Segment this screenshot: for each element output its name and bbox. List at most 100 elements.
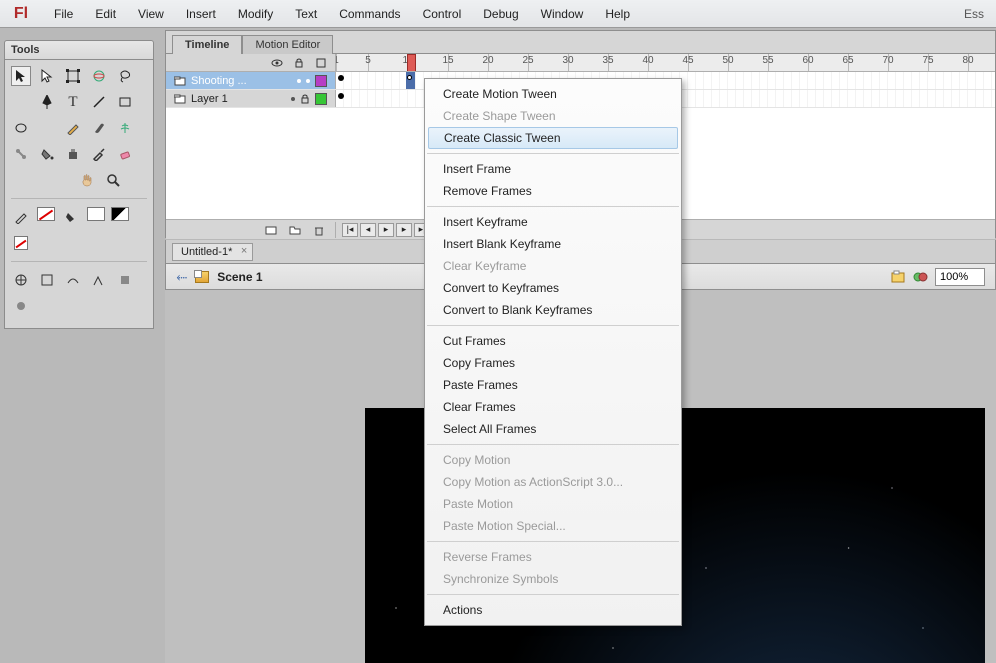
ctx-separator: [427, 325, 679, 326]
free-transform-tool-icon[interactable]: [63, 66, 83, 86]
zoom-input[interactable]: [935, 268, 985, 286]
tools-panel: Tools T: [4, 40, 154, 329]
ctx-convert-to-keyframes[interactable]: Convert to Keyframes: [425, 277, 681, 299]
menu-text[interactable]: Text: [285, 3, 327, 25]
bone-tool-icon[interactable]: [11, 144, 31, 164]
eyedropper-tool-icon[interactable]: [89, 144, 109, 164]
zoom-tool-icon[interactable]: [103, 170, 123, 190]
ctx-create-motion-tween[interactable]: Create Motion Tween: [425, 83, 681, 105]
new-folder-button[interactable]: [287, 222, 303, 238]
ctx-separator: [427, 206, 679, 207]
line-tool-icon[interactable]: [89, 92, 109, 112]
smooth-option-icon[interactable]: [37, 270, 57, 290]
lock-column-icon[interactable]: [293, 57, 305, 69]
visibility-toggle[interactable]: [291, 97, 295, 101]
ctx-reverse-frames: Reverse Frames: [425, 546, 681, 568]
document-tab[interactable]: Untitled-1*: [172, 243, 253, 261]
ctx-synchronize-symbols: Synchronize Symbols: [425, 568, 681, 590]
fill-color-icon[interactable]: [61, 207, 81, 227]
pen-tool-icon[interactable]: [37, 92, 57, 112]
playhead[interactable]: [407, 54, 416, 71]
step-fwd-button[interactable]: ▸: [396, 223, 412, 237]
edit-symbol-icon[interactable]: [913, 270, 929, 284]
timeline-tabs: Timeline Motion Editor: [166, 31, 995, 53]
option-5-icon[interactable]: [115, 270, 135, 290]
menu-view[interactable]: View: [128, 3, 174, 25]
menu-insert[interactable]: Insert: [176, 3, 226, 25]
ctx-select-all-frames[interactable]: Select All Frames: [425, 418, 681, 440]
lock-toggle[interactable]: [306, 79, 310, 83]
oval-tool-icon[interactable]: [11, 118, 31, 138]
ctx-cut-frames[interactable]: Cut Frames: [425, 330, 681, 352]
subselection-tool-icon[interactable]: [37, 66, 57, 86]
fill-swatch[interactable]: [87, 207, 105, 221]
option-4-icon[interactable]: [89, 270, 109, 290]
layer-name: Layer 1: [191, 93, 286, 105]
ctx-paste-motion: Paste Motion: [425, 493, 681, 515]
scene-label[interactable]: Scene 1: [217, 270, 262, 284]
ctx-separator: [427, 153, 679, 154]
ctx-create-classic-tween[interactable]: Create Classic Tween: [428, 127, 678, 149]
pencil-tool-icon[interactable]: [63, 118, 83, 138]
menu-modify[interactable]: Modify: [228, 3, 283, 25]
ctx-paste-frames[interactable]: Paste Frames: [425, 374, 681, 396]
goto-first-button[interactable]: |◂: [342, 223, 358, 237]
visibility-column-icon[interactable]: [271, 57, 283, 69]
ctx-remove-frames[interactable]: Remove Frames: [425, 180, 681, 202]
edit-scene-icon[interactable]: [891, 270, 907, 284]
swap-colors-icon[interactable]: [111, 207, 129, 221]
stroke-swatch[interactable]: [37, 207, 55, 221]
ink-bottle-tool-icon[interactable]: [63, 144, 83, 164]
ctx-insert-frame[interactable]: Insert Frame: [425, 158, 681, 180]
ctx-copy-frames[interactable]: Copy Frames: [425, 352, 681, 374]
tools-panel-header[interactable]: Tools: [4, 40, 154, 59]
lock-icon[interactable]: [300, 94, 310, 104]
ctx-clear-frames[interactable]: Clear Frames: [425, 396, 681, 418]
step-back-button[interactable]: ◂: [360, 223, 376, 237]
stroke-color-icon[interactable]: [11, 207, 31, 227]
selection-tool-icon[interactable]: [11, 66, 31, 86]
ctx-convert-to-blank-keyframes[interactable]: Convert to Blank Keyframes: [425, 299, 681, 321]
text-tool-icon[interactable]: T: [63, 92, 83, 112]
menu-debug[interactable]: Debug: [473, 3, 528, 25]
layer-color-swatch[interactable]: [315, 75, 327, 87]
snap-option-icon[interactable]: [11, 270, 31, 290]
hand-tool-icon[interactable]: [77, 170, 97, 190]
no-color-icon[interactable]: [11, 233, 31, 253]
timeline-header: 15101520253035404550556065707580: [166, 54, 995, 72]
delete-layer-button[interactable]: [311, 222, 327, 238]
rectangle-tool-icon[interactable]: [115, 92, 135, 112]
play-button[interactable]: ▸: [378, 223, 394, 237]
tab-motion-editor[interactable]: Motion Editor: [242, 35, 333, 54]
frame-ruler[interactable]: 15101520253035404550556065707580: [336, 54, 995, 71]
outline-column-icon[interactable]: [315, 57, 327, 69]
straighten-option-icon[interactable]: [63, 270, 83, 290]
paint-bucket-tool-icon[interactable]: [37, 144, 57, 164]
ctx-actions[interactable]: Actions: [425, 599, 681, 621]
brush-tool-icon[interactable]: [89, 118, 109, 138]
visibility-toggle[interactable]: [297, 79, 301, 83]
ctx-insert-keyframe[interactable]: Insert Keyframe: [425, 211, 681, 233]
layer-color-swatch[interactable]: [315, 93, 327, 105]
ctx-separator: [427, 541, 679, 542]
ctx-insert-blank-keyframe[interactable]: Insert Blank Keyframe: [425, 233, 681, 255]
menu-file[interactable]: File: [44, 3, 83, 25]
ctx-copy-motion: Copy Motion: [425, 449, 681, 471]
menu-control[interactable]: Control: [413, 3, 472, 25]
workspace-switcher[interactable]: Ess: [958, 7, 990, 21]
3d-rotation-tool-icon[interactable]: [89, 66, 109, 86]
menu-help[interactable]: Help: [595, 3, 640, 25]
tools-grid: T: [4, 59, 154, 329]
menu-commands[interactable]: Commands: [329, 3, 410, 25]
eraser-tool-icon[interactable]: [115, 144, 135, 164]
layer-icon: [174, 75, 186, 87]
deco-tool-icon[interactable]: [115, 118, 135, 138]
menu-edit[interactable]: Edit: [85, 3, 126, 25]
back-arrow-icon[interactable]: ⬸: [176, 268, 187, 285]
new-layer-button[interactable]: [263, 222, 279, 238]
layer-icon: [174, 93, 186, 105]
lasso-tool-icon[interactable]: [115, 66, 135, 86]
tab-timeline[interactable]: Timeline: [172, 35, 242, 54]
menu-window[interactable]: Window: [531, 3, 594, 25]
option-6-icon[interactable]: [11, 296, 31, 316]
